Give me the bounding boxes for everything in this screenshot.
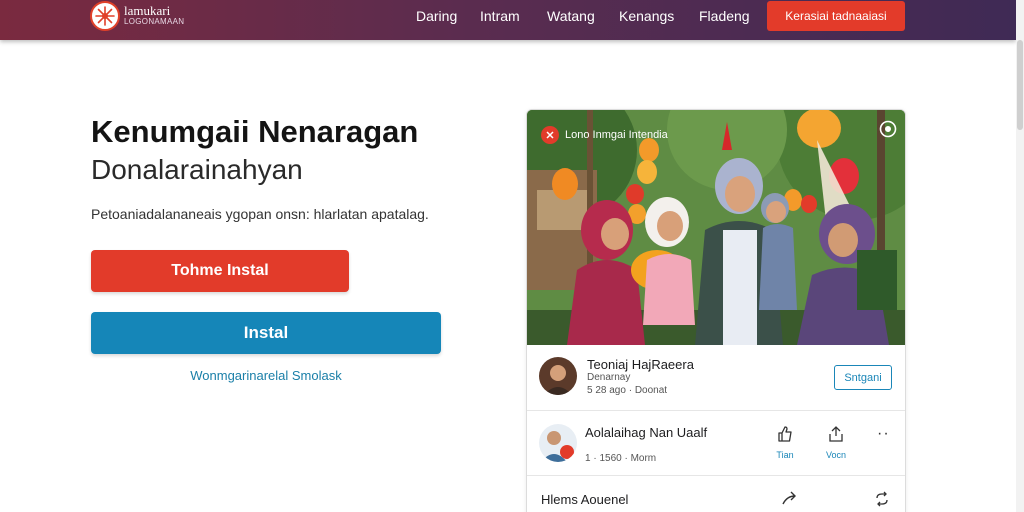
photo-caption-text: Lono Inmgai Intendia [565, 129, 668, 141]
share-icon [829, 426, 843, 442]
thumb-icon [778, 426, 792, 442]
hero-description: Petoaniadalananeais ygopan onsn: hlarlat… [91, 206, 429, 222]
site-logo[interactable]: lamukari LOGONAMAAN [90, 1, 184, 31]
more-icon[interactable]: ·· [877, 425, 890, 443]
logo-title: lamukari [124, 3, 171, 18]
install-button[interactable]: Instal [91, 312, 441, 354]
nav-item-4[interactable]: Kenangs [619, 8, 674, 24]
follow-button[interactable]: Sntgani [834, 365, 892, 390]
like-action[interactable]: Tian [767, 425, 803, 460]
bottom-row: Hlems Aouenel [527, 476, 905, 512]
repost-icon[interactable] [873, 490, 891, 512]
scrollbar-thumb[interactable] [1017, 40, 1023, 130]
like-label: Tian [776, 450, 794, 460]
author-name[interactable]: Teoniaj HajRaeera [587, 357, 694, 372]
author-time: 5 28 ago · Doonat [587, 385, 668, 396]
hero-title: Kenumgaii Nenaragan [91, 114, 419, 149]
header-cta-button[interactable]: Kerasiai tadnaaiasi [767, 1, 905, 31]
logo-icon [90, 1, 120, 31]
hero-photo[interactable]: Lono Inmgai Intendia [527, 110, 905, 345]
post-row: Aolalaihag Nan Uaalf 1 · 1560 · Morm Tia… [527, 411, 905, 476]
bottom-title[interactable]: Hlems Aouenel [541, 492, 628, 507]
post-avatar[interactable] [539, 424, 577, 462]
nav-item-5[interactable]: Fladeng [699, 8, 750, 24]
page-scrollbar[interactable] [1016, 0, 1024, 512]
primary-install-button[interactable]: Tohme Instal [91, 250, 349, 292]
share-label: Vocn [825, 450, 847, 460]
caption-badge-icon [541, 126, 559, 144]
hero-subtitle: Donalarainahyan [91, 154, 303, 185]
author-row: Teoniaj HajRaeera Denarnay 5 28 ago · Do… [527, 345, 905, 411]
post-meta: 1 · 1560 · Morm [585, 453, 657, 464]
author-avatar[interactable] [539, 357, 577, 395]
top-navbar: lamukari LOGONAMAAN Daring Intram Watang… [0, 0, 1016, 40]
post-title[interactable]: Aolalaihag Nan Uaalf [585, 425, 707, 440]
nav-item-2[interactable]: Intram [480, 8, 520, 24]
play-icon[interactable] [879, 120, 897, 143]
secondary-link[interactable]: Wonmgarinarelal Smolask [91, 368, 441, 383]
photo-illustration [527, 110, 905, 345]
photo-caption: Lono Inmgai Intendia [541, 126, 668, 144]
feature-card: Lono Inmgai Intendia Teoniaj HajRaeera D… [526, 109, 906, 512]
nav-item-1[interactable]: Daring [416, 8, 457, 24]
nav-item-3[interactable]: Watang [547, 8, 595, 24]
logo-subtitle: LOGONAMAAN [124, 17, 185, 26]
share-action[interactable]: Vocn [818, 425, 854, 460]
forward-icon[interactable] [781, 490, 799, 512]
author-meta: Denarnay [587, 372, 631, 383]
